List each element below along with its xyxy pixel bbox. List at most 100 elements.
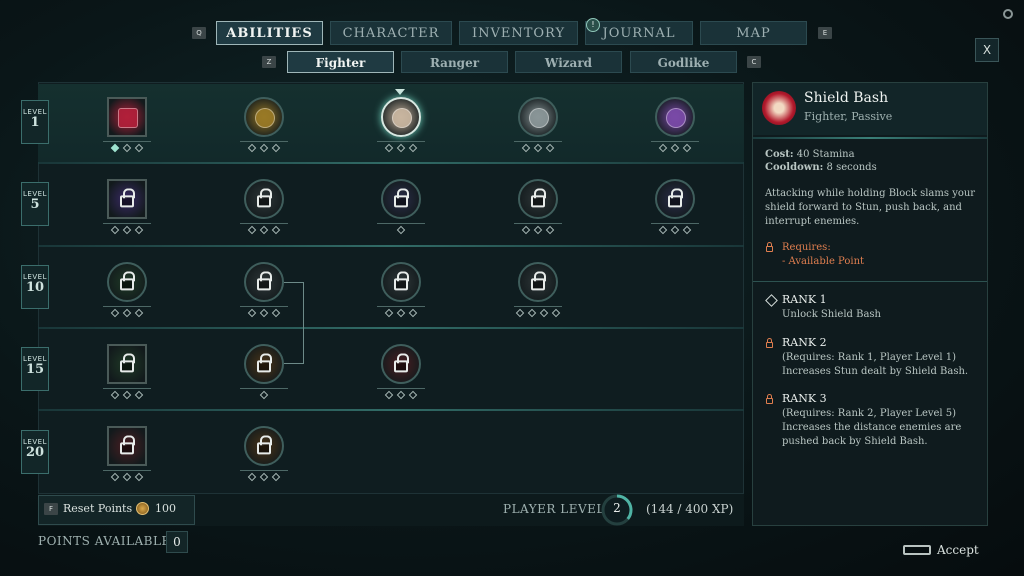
rank-pip: [670, 143, 680, 153]
skill-node[interactable]: [518, 97, 558, 137]
points-available-label: POINTS AVAILABLE: [38, 534, 171, 548]
rank-pip: [259, 225, 269, 235]
rank-pip: [670, 225, 680, 235]
coin-icon: [136, 502, 149, 515]
rank-3-title: RANK 3: [782, 392, 827, 405]
subtab-godlike[interactable]: Godlike: [630, 51, 737, 73]
skill-node[interactable]: [655, 179, 695, 219]
rank-pips: [247, 308, 281, 320]
skill-node[interactable]: [244, 97, 284, 137]
lock-icon: [257, 353, 272, 373]
rank-pip: [259, 308, 269, 318]
skill-node[interactable]: [244, 262, 284, 302]
tab-inventory[interactable]: INVENTORY: [459, 21, 578, 45]
reset-points-label: Reset Points: [63, 502, 133, 515]
row-divider: [38, 162, 744, 164]
rank-pip: [396, 143, 406, 153]
ability-description: Attacking while holding Block slams your: [765, 188, 976, 199]
rank-pip: [247, 143, 257, 153]
cooldown-label: Cooldown:: [765, 162, 824, 173]
node-underline: [377, 388, 425, 389]
skill-node[interactable]: [107, 426, 147, 466]
rank-3-desc: Increases the distance enemies are: [782, 422, 962, 433]
tab-journal[interactable]: JOURNAL: [585, 21, 693, 45]
rank-pips: [396, 225, 406, 237]
skill-node[interactable]: [107, 344, 147, 384]
skill-node[interactable]: [107, 97, 147, 137]
node-underline: [103, 388, 151, 389]
rank-diamond-icon: [765, 294, 778, 307]
cooldown-row: Cooldown: 8 seconds: [765, 161, 877, 175]
accept-button[interactable]: Accept: [937, 543, 979, 557]
rank-pip: [247, 308, 257, 318]
node-underline: [103, 306, 151, 307]
reset-cost: 100: [155, 502, 176, 515]
cost-label: Cost:: [765, 149, 794, 160]
rank-2-title: RANK 2: [782, 336, 827, 349]
player-level-label: PLAYER LEVEL: [503, 502, 605, 516]
selected-indicator: [395, 89, 405, 95]
accept-key-icon[interactable]: [903, 545, 931, 555]
header-divider: [753, 137, 987, 139]
node-underline: [240, 306, 288, 307]
skill-node[interactable]: [518, 262, 558, 302]
skill-node[interactable]: [244, 179, 284, 219]
subtab-next-key[interactable]: C: [747, 56, 761, 68]
rank-pip: [247, 472, 257, 482]
rank-pip: [658, 143, 668, 153]
rank-pips: [247, 143, 281, 155]
close-button[interactable]: X: [975, 38, 999, 62]
requires-item: - Available Point: [782, 256, 865, 267]
tab-character[interactable]: CHARACTER: [330, 21, 452, 45]
lock-icon: [120, 271, 135, 291]
rank-pip: [396, 225, 406, 235]
journal-alert-badge: !: [586, 18, 600, 32]
rank-pip: [533, 225, 543, 235]
skill-node[interactable]: [381, 344, 421, 384]
node-underline: [651, 223, 699, 224]
subtab-ranger[interactable]: Ranger: [401, 51, 508, 73]
rank-3-requirement: (Requires: Rank 2, Player Level 5): [782, 408, 957, 419]
requires-label: Requires:: [782, 242, 831, 253]
lock-icon: [120, 188, 135, 208]
skill-node[interactable]: [244, 426, 284, 466]
node-underline: [377, 223, 425, 224]
node-underline: [377, 141, 425, 142]
node-underline: [240, 388, 288, 389]
skill-node[interactable]: [244, 344, 284, 384]
rank-pip: [408, 390, 418, 400]
rank-pip: [533, 143, 543, 153]
level-marker-value: 1: [30, 115, 40, 130]
skill-node[interactable]: [518, 179, 558, 219]
rank-pip: [384, 390, 394, 400]
rank-pip: [134, 225, 144, 235]
lock-icon: [766, 242, 773, 252]
rank-pip: [545, 225, 555, 235]
skill-node[interactable]: [107, 179, 147, 219]
subtab-prev-key[interactable]: Z: [262, 56, 276, 68]
tab-abilities[interactable]: ABILITIES: [216, 21, 323, 45]
subtab-fighter[interactable]: Fighter: [287, 51, 394, 73]
subtab-wizard[interactable]: Wizard: [515, 51, 622, 73]
rank-pip: [521, 225, 531, 235]
rank-pips: [110, 143, 144, 155]
reset-key[interactable]: F: [44, 503, 58, 515]
skill-node[interactable]: [107, 262, 147, 302]
cooldown-value: 8 seconds: [826, 162, 877, 173]
tab-next-key[interactable]: E: [818, 27, 832, 39]
lock-icon: [394, 353, 409, 373]
skill-node[interactable]: [381, 179, 421, 219]
rank-pip: [271, 225, 281, 235]
rank-pips: [658, 143, 692, 155]
rank-pip: [134, 472, 144, 482]
skill-node[interactable]: [381, 262, 421, 302]
tab-map[interactable]: MAP: [700, 21, 807, 45]
node-underline: [514, 306, 562, 307]
skill-node[interactable]: [655, 97, 695, 137]
tab-prev-key[interactable]: Q: [192, 27, 206, 39]
heart-shield-icon: [666, 108, 686, 128]
rank-pip: [259, 472, 269, 482]
skill-node[interactable]: [381, 97, 421, 137]
node-underline: [377, 306, 425, 307]
rank-pip: [134, 143, 144, 153]
